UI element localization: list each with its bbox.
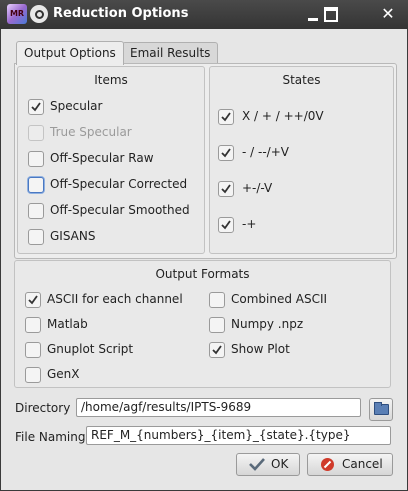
- state-x-plus-checkbox[interactable]: [218, 109, 234, 125]
- window-menu-icon[interactable]: [30, 5, 48, 23]
- items-group: Items Specular True Specular Off-Specula…: [17, 66, 205, 254]
- browse-folder-icon[interactable]: [369, 398, 393, 421]
- off-specular-raw-checkbox[interactable]: [28, 151, 44, 167]
- off-specular-raw-label: Off-Specular Raw: [50, 151, 154, 165]
- file-naming-input[interactable]: REF_M_{numbers}_{item}_{state}.{type}: [86, 426, 391, 445]
- state-minus-plus-checkbox[interactable]: [218, 217, 234, 233]
- checkmark-icon: [249, 457, 265, 478]
- off-specular-smoothed-checkbox[interactable]: [28, 203, 44, 219]
- app-logo-icon: MR: [7, 4, 27, 24]
- title-bar[interactable]: MR Reduction Options ✕: [0, 0, 408, 29]
- specular-checkbox[interactable]: [28, 99, 44, 115]
- gnuplot-label: Gnuplot Script: [47, 342, 134, 356]
- cancel-icon: [320, 457, 335, 479]
- ascii-channel-checkbox[interactable]: [25, 292, 41, 308]
- gisans-label: GISANS: [50, 229, 96, 243]
- directory-label: Directory: [15, 401, 71, 415]
- state-plus-minus-label: +-/-V: [242, 181, 273, 195]
- off-specular-corrected-label: Off-Specular Corrected: [50, 177, 188, 191]
- cancel-label: Cancel: [342, 457, 383, 471]
- minimize-button[interactable]: [304, 5, 322, 23]
- tab-output-options[interactable]: Output Options: [16, 41, 124, 65]
- ascii-channel-label: ASCII for each channel: [47, 292, 183, 306]
- genx-label: GenX: [47, 367, 80, 381]
- ok-button[interactable]: OK: [236, 453, 300, 476]
- output-options-pane: Items Specular True Specular Off-Specula…: [14, 63, 397, 259]
- numpy-checkbox[interactable]: [209, 317, 225, 333]
- cancel-button[interactable]: Cancel: [307, 453, 393, 476]
- directory-input[interactable]: /home/agf/results/IPTS-9689: [76, 398, 361, 417]
- matlab-label: Matlab: [47, 317, 88, 331]
- tab-email-results[interactable]: Email Results: [122, 42, 219, 64]
- items-group-title: Items: [94, 73, 128, 87]
- state-minus-checkbox[interactable]: [218, 145, 234, 161]
- output-formats-group: Output Formats ASCII for each channel Ma…: [14, 260, 391, 388]
- state-plus-minus-checkbox[interactable]: [218, 181, 234, 197]
- show-plot-label: Show Plot: [231, 342, 290, 356]
- matlab-checkbox[interactable]: [25, 317, 41, 333]
- maximize-button[interactable]: [322, 5, 340, 23]
- true-specular-checkbox[interactable]: [28, 125, 44, 141]
- specular-label: Specular: [50, 99, 103, 113]
- ok-label: OK: [271, 457, 289, 471]
- states-group: States X / + / ++/0V - / --/+V +-/-V -+: [209, 66, 394, 254]
- states-group-title: States: [282, 73, 321, 87]
- combined-ascii-label: Combined ASCII: [231, 292, 328, 306]
- show-plot-checkbox[interactable]: [209, 342, 225, 358]
- off-specular-corrected-checkbox[interactable]: [28, 177, 44, 193]
- window-title: Reduction Options: [53, 6, 189, 21]
- state-minus-label: - / --/+V: [242, 145, 289, 159]
- output-formats-title: Output Formats: [155, 267, 250, 281]
- numpy-label: Numpy .npz: [231, 317, 304, 331]
- dialog-body: Output Options Email Results Items Specu…: [1, 29, 407, 490]
- off-specular-smoothed-label: Off-Specular Smoothed: [50, 203, 190, 217]
- gnuplot-checkbox[interactable]: [25, 342, 41, 358]
- close-button[interactable]: ✕: [379, 5, 397, 23]
- true-specular-label: True Specular: [50, 125, 132, 139]
- file-naming-label: File Naming: [15, 430, 86, 444]
- state-x-plus-label: X / + / ++/0V: [242, 109, 324, 123]
- gisans-checkbox[interactable]: [28, 229, 44, 245]
- combined-ascii-checkbox[interactable]: [209, 292, 225, 308]
- state-minus-plus-label: -+: [242, 217, 257, 231]
- genx-checkbox[interactable]: [25, 367, 41, 383]
